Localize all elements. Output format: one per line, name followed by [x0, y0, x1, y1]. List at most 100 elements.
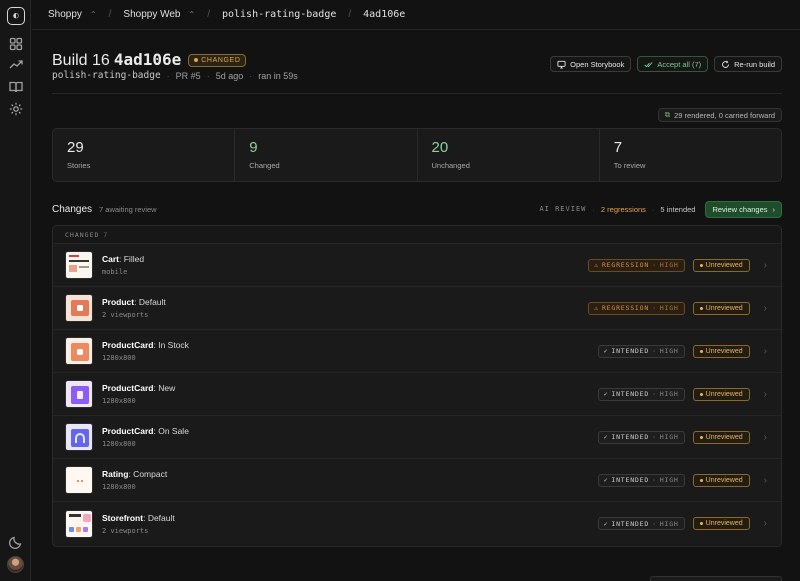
- intended-badge: ✓ INTENDED · HIGH: [597, 473, 685, 487]
- accept-all-label: Accept all (7): [657, 59, 702, 69]
- row-status: ✓ INTENDED · HIGH Unreviewed ›: [597, 344, 767, 358]
- stat-changed-label: Changed: [249, 161, 280, 170]
- meta-separator: ·: [249, 70, 253, 81]
- status-badge: CHANGED: [188, 53, 247, 67]
- unreviewed-badge: Unreviewed: [692, 430, 750, 444]
- summary-separator: ·: [651, 204, 655, 214]
- story-component: ProductCard: [102, 383, 154, 393]
- chevron-updown-icon[interactable]: ⌃: [188, 10, 195, 19]
- story-viewport: 1280x800: [102, 483, 136, 491]
- review-status-label: Unreviewed: [705, 520, 743, 527]
- check-icon: ✓: [603, 347, 609, 355]
- gear-icon[interactable]: [8, 101, 24, 117]
- bottom-panel-edge: [650, 576, 782, 581]
- review-status-label: Unreviewed: [705, 261, 743, 269]
- stat-to-review-value: 7: [613, 139, 623, 156]
- review-changes-button[interactable]: Review changes ›: [705, 200, 782, 218]
- row-status: ✓ INTENDED · HIGH Unreviewed ›: [597, 387, 767, 401]
- ai-review-summary: AI REVIEW · 2 regressions · 5 intended R…: [539, 200, 782, 218]
- summary-separator: ·: [592, 204, 595, 214]
- story-viewport: 1280x800: [102, 397, 136, 405]
- build-branch: polish-rating-badge: [52, 70, 161, 81]
- changes-header: Changes 7 awaiting review AI REVIEW · 2 …: [52, 200, 782, 218]
- app-logo-icon[interactable]: ◐: [7, 7, 25, 25]
- verdict-label: INTENDED: [611, 390, 650, 398]
- status-dot-icon: [699, 435, 703, 439]
- accept-all-button[interactable]: Accept all (7): [637, 56, 709, 72]
- row-text: ProductCard: On Sale 1280x800: [102, 426, 189, 448]
- group-header: CHANGED 7: [53, 226, 781, 244]
- breadcrumb-project[interactable]: Shoppy Web: [123, 9, 180, 20]
- row-status: ⚠ REGRESSION · HIGH Unreviewed ›: [588, 258, 767, 272]
- severity-label: HIGH: [659, 433, 679, 441]
- group-count: 7: [103, 230, 109, 239]
- chevron-right-icon: ›: [763, 259, 767, 271]
- check-icon: ✓: [603, 433, 609, 441]
- grid-icon[interactable]: [8, 36, 24, 52]
- build-pr-link[interactable]: PR #5: [176, 71, 201, 81]
- chevron-right-icon: ›: [763, 431, 767, 443]
- stat-stories-label: Stories: [67, 161, 91, 170]
- changes-list: CHANGED 7 Cart: Filled mobile ⚠ REGRESSIO…: [52, 225, 782, 547]
- intended-badge: ✓ INTENDED · HIGH: [597, 344, 685, 358]
- open-storybook-button[interactable]: Open Storybook: [550, 56, 632, 72]
- chevron-updown-icon[interactable]: ⌃: [90, 10, 97, 19]
- verdict-label: INTENDED: [611, 433, 650, 441]
- meta-separator: ·: [206, 70, 210, 81]
- table-row[interactable]: Rating: Compact 1280x800 ✓ INTENDED · HIGH …: [53, 459, 781, 502]
- story-component: ProductCard: [102, 426, 154, 436]
- breadcrumb-separator: /: [348, 9, 352, 20]
- story-component: Cart: [102, 254, 120, 264]
- breadcrumb-org[interactable]: Shoppy: [48, 9, 82, 20]
- table-row[interactable]: Product: Default 2 viewports ⚠ REGRESSION…: [53, 287, 781, 330]
- stat-changed: 9 Changed: [235, 129, 418, 181]
- table-row[interactable]: ProductCard: On Sale 1280x800 ✓ INTENDED ·…: [53, 416, 781, 459]
- story-thumbnail: [65, 251, 93, 279]
- story-name: ProductCard: New: [102, 383, 175, 393]
- review-status-label: Unreviewed: [705, 390, 743, 398]
- table-row[interactable]: Storefront: Default 2 viewports ✓ INTENDE…: [53, 502, 781, 545]
- story-variant: : On Sale: [153, 426, 189, 436]
- story-name: Rating: Compact: [102, 469, 167, 479]
- stat-unchanged-label: Unchanged: [431, 161, 470, 170]
- story-name: ProductCard: On Sale: [102, 426, 189, 436]
- story-component: Rating: [102, 469, 129, 479]
- chevron-right-icon: ›: [763, 518, 767, 529]
- double-check-icon: [644, 61, 653, 67]
- build-meta: polish-rating-badge · PR #5 · 5d ago · r…: [52, 70, 298, 81]
- status-dot-icon: [699, 392, 703, 396]
- row-text: Rating: Compact 1280x800: [102, 469, 167, 491]
- row-text: Storefront: Default 2 viewports: [102, 513, 175, 535]
- story-variant: : Compact: [128, 469, 168, 479]
- review-changes-label: Review changes: [712, 204, 768, 214]
- breadcrumb: Shoppy ⌃ / Shoppy Web ⌃ / polish-rating-…: [32, 0, 800, 30]
- table-row[interactable]: ProductCard: In Stock 1280x800 ✓ INTENDED…: [53, 330, 781, 373]
- build-actions: Open Storybook Accept all (7) Re-run bui…: [550, 56, 782, 72]
- table-row[interactable]: ProductCard: New 1280x800 ✓ INTENDED · HIGH…: [53, 373, 781, 416]
- changes-awaiting: 7 awaiting review: [99, 204, 157, 214]
- stats-panel: 29 Stories 9 Changed 20 Unchanged 7 To r…: [52, 128, 782, 182]
- unreviewed-badge: Unreviewed: [692, 258, 750, 272]
- breadcrumb-branch[interactable]: polish-rating-badge: [222, 9, 336, 20]
- trend-icon[interactable]: [8, 57, 24, 73]
- verdict-label: REGRESSION: [601, 304, 650, 312]
- review-status-label: Unreviewed: [705, 433, 743, 441]
- story-thumbnail: [65, 294, 93, 322]
- story-thumbnail: [65, 423, 93, 451]
- build-duration: ran in 59s: [258, 70, 298, 81]
- meta-separator: ·: [166, 70, 170, 81]
- book-icon[interactable]: [8, 79, 24, 95]
- status-dot-icon: [699, 306, 703, 310]
- rerun-build-button[interactable]: Re-run build: [714, 56, 782, 72]
- verdict-label: INTENDED: [611, 347, 650, 355]
- avatar[interactable]: [7, 556, 24, 573]
- table-row[interactable]: Cart: Filled mobile ⚠ REGRESSION · HIGH Unr…: [53, 244, 781, 287]
- regression-badge: ⚠ REGRESSION · HIGH: [588, 258, 685, 272]
- story-component: ProductCard: [102, 340, 154, 350]
- moon-icon[interactable]: [8, 534, 24, 550]
- row-text: Product: Default 2 viewports: [102, 297, 166, 319]
- status-badge-label: CHANGED: [201, 56, 241, 64]
- story-name: Storefront: Default: [102, 513, 175, 523]
- layers-icon: ⧉: [664, 110, 671, 119]
- unreviewed-badge: Unreviewed: [692, 387, 750, 401]
